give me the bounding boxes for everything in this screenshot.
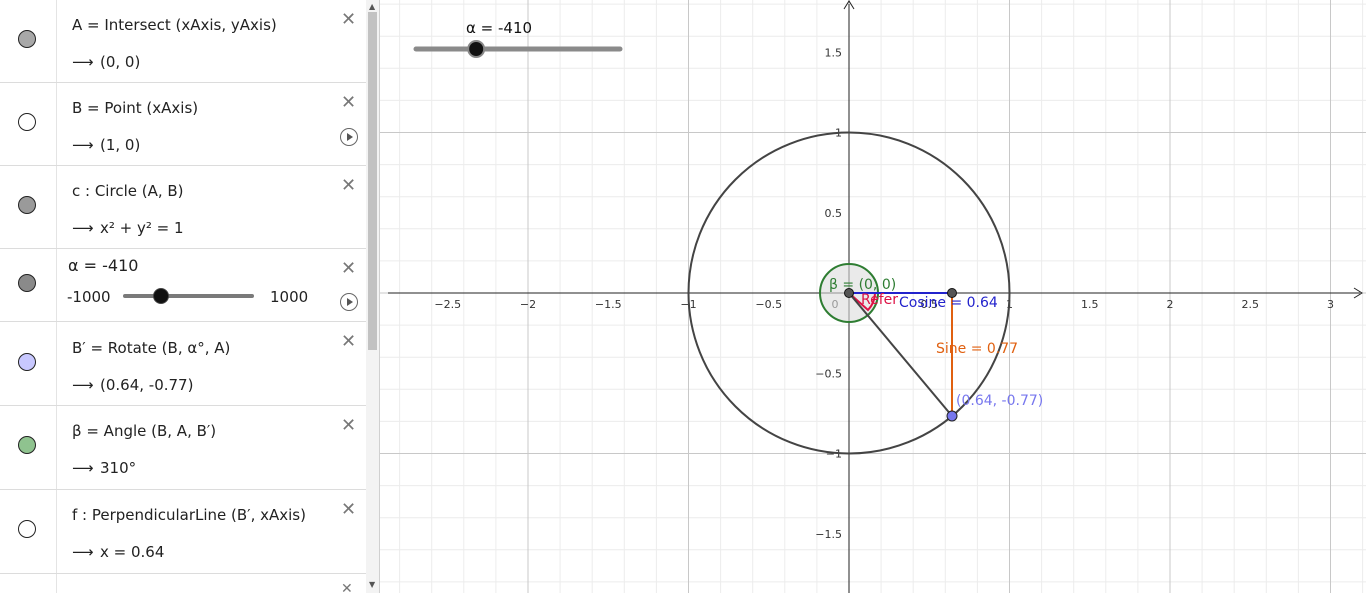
value-f: ⟶ x = 0.64 (72, 543, 164, 561)
visibility-toggle-beta[interactable] (18, 436, 36, 454)
value-b-prime: ⟶ (0.64, -0.77) (72, 376, 193, 394)
x-tick-label: 3 (1327, 298, 1334, 311)
definition-beta[interactable]: β = Angle (B, A, B′) (72, 422, 216, 440)
delete-c-button[interactable]: ✕ (341, 177, 356, 195)
y-tick-label: −0.5 (815, 367, 842, 380)
value-a: ⟶ (0, 0) (72, 53, 140, 71)
arrow-icon: ⟶ (72, 459, 94, 477)
arrow-icon: ⟶ (72, 543, 94, 561)
value-c: ⟶ x² + y² = 1 (72, 219, 184, 237)
visibility-toggle-c[interactable] (18, 196, 36, 214)
graphics-view[interactable]: −2.5−2−1.5−1−0.500.511.522.53 1.510.5−0.… (380, 0, 1366, 593)
definition-b[interactable]: B = Point (xAxis) (72, 99, 198, 117)
value-f-text: x = 0.64 (100, 543, 165, 561)
visibility-toggle-b-prime[interactable] (18, 353, 36, 371)
algebra-view: A = Intersect (xAxis, yAxis) ⟶ (0, 0) ✕ B… (0, 0, 380, 593)
arrow-icon: ⟶ (72, 219, 94, 237)
y-tick-label: −1.5 (815, 528, 842, 541)
x-tick-label: −2.5 (434, 298, 461, 311)
definition-alpha[interactable]: α = -410 (68, 256, 138, 275)
algebra-row-beta[interactable]: β = Angle (B, A, B′) ⟶ 310° ✕ (0, 406, 366, 490)
definition-f[interactable]: f : PerpendicularLine (B′, xAxis) (72, 506, 306, 524)
visibility-toggle-f[interactable] (18, 520, 36, 538)
delete-next-button[interactable]: ✕ (341, 580, 353, 593)
value-beta: ⟶ 310° (72, 459, 136, 477)
scroll-down-icon[interactable]: ▼ (369, 580, 375, 589)
value-c-text: x² + y² = 1 (100, 219, 184, 237)
definition-c[interactable]: c : Circle (A, B) (72, 182, 184, 200)
y-tick-label: 0.5 (825, 207, 843, 220)
alpha-slider-track[interactable] (123, 294, 254, 298)
cosine-label: Cosine = 0.64 (899, 295, 998, 311)
visibility-toggle-alpha[interactable] (18, 274, 36, 292)
play-animation-icon[interactable] (340, 293, 358, 311)
slider-min-label: -1000 (67, 288, 111, 306)
algebra-row-a[interactable]: A = Intersect (xAxis, yAxis) ⟶ (0, 0) ✕ (0, 0, 366, 83)
algebra-scrollbar[interactable]: ▲ ▼ (366, 0, 379, 593)
visibility-toggle-b[interactable] (18, 113, 36, 131)
graphics-alpha-slider-thumb[interactable] (467, 40, 486, 58)
x-tick-label: 2.5 (1242, 298, 1260, 311)
value-b-prime-text: (0.64, -0.77) (100, 376, 194, 394)
x-tick-label: 1.5 (1081, 298, 1099, 311)
play-animation-icon[interactable] (340, 128, 358, 146)
x-tick-label: −1.5 (595, 298, 622, 311)
scroll-thumb[interactable] (368, 12, 377, 350)
delete-b-button[interactable]: ✕ (341, 94, 356, 112)
beta-label: β = (0, 0) (829, 277, 896, 293)
alpha-slider-thumb[interactable] (153, 288, 169, 304)
y-tick-label: 1.5 (825, 46, 843, 59)
arrow-icon: ⟶ (72, 376, 94, 394)
delete-b-prime-button[interactable]: ✕ (341, 333, 356, 351)
algebra-row-f[interactable]: f : PerpendicularLine (B′, xAxis) ⟶ x = 0… (0, 490, 366, 574)
algebra-row-c[interactable]: c : Circle (A, B) ⟶ x² + y² = 1 ✕ (0, 166, 366, 249)
arrow-icon: ⟶ (72, 136, 94, 154)
visibility-toggle-a[interactable] (18, 30, 36, 48)
algebra-row-b[interactable]: B = Point (xAxis) ⟶ (1, 0) ✕ (0, 83, 366, 166)
value-beta-text: 310° (100, 459, 137, 477)
scroll-up-icon[interactable]: ▲ (369, 2, 375, 11)
value-b-text: (1, 0) (100, 136, 141, 154)
x-tick-label: 2 (1167, 298, 1174, 311)
definition-a[interactable]: A = Intersect (xAxis, yAxis) (72, 16, 277, 34)
arrow-icon: ⟶ (72, 53, 94, 71)
x-tick-label: −0.5 (755, 298, 782, 311)
x-tick-label: −2 (520, 298, 536, 311)
algebra-row-alpha[interactable]: α = -410 -1000 1000 ✕ (0, 249, 366, 322)
delete-alpha-button[interactable]: ✕ (341, 260, 356, 278)
value-b: ⟶ (1, 0) (72, 136, 140, 154)
delete-beta-button[interactable]: ✕ (341, 417, 356, 435)
point-b-prime-label: (0.64, -0.77) (956, 393, 1043, 409)
slider-max-label: 1000 (270, 288, 309, 306)
algebra-row-b-prime[interactable]: B′ = Rotate (B, α°, A) ⟶ (0.64, -0.77) ✕ (0, 322, 366, 406)
delete-f-button[interactable]: ✕ (341, 501, 356, 519)
reference-label: Refer (861, 292, 898, 308)
definition-b-prime[interactable]: B′ = Rotate (B, α°, A) (72, 339, 230, 357)
delete-a-button[interactable]: ✕ (341, 11, 356, 29)
value-a-text: (0, 0) (100, 53, 141, 71)
graphics-canvas[interactable]: −2.5−2−1.5−1−0.500.511.522.53 1.510.5−0.… (380, 0, 1366, 593)
graphics-alpha-label: α = -410 (466, 19, 532, 37)
point-b-prime[interactable] (946, 410, 958, 422)
sine-label: Sine = 0.77 (936, 341, 1018, 357)
